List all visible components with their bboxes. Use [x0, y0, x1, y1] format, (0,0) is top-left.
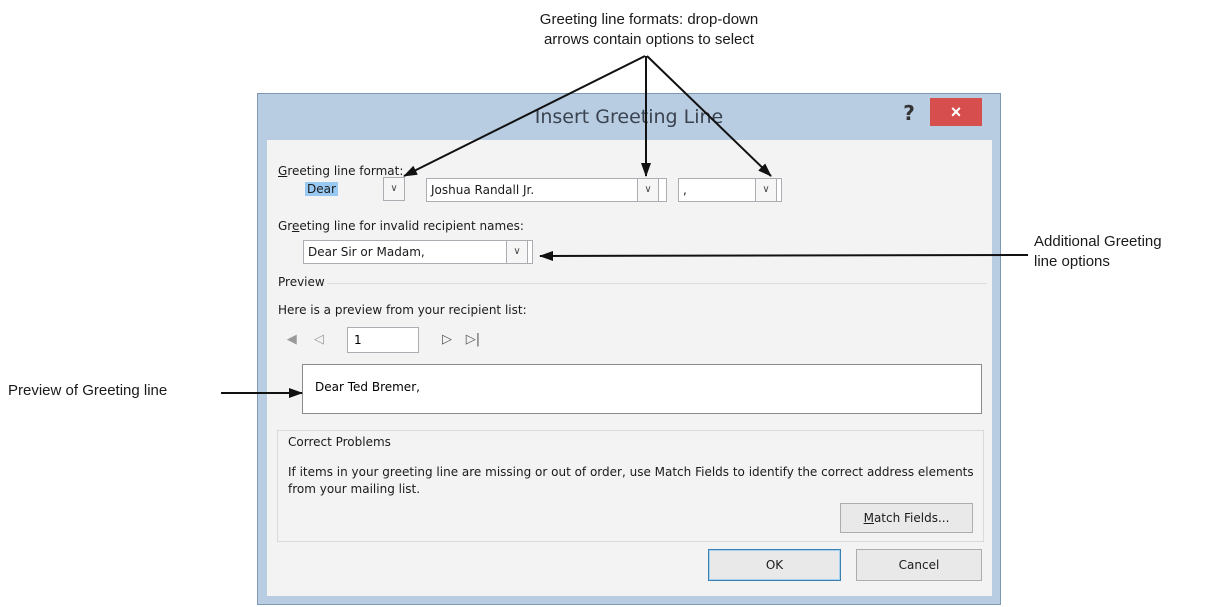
punctuation-value: , [683, 183, 687, 197]
greeting-preview-box: Dear Ted Bremer, [302, 364, 982, 414]
chevron-down-icon: ∨ [644, 184, 652, 195]
chevron-down-icon: ∨ [513, 246, 521, 257]
right-callout: Additional Greeting line options [1034, 232, 1162, 272]
chevron-down-icon: ∨ [390, 183, 398, 194]
name-format-combo[interactable]: Joshua Randall Jr. ∨ [426, 178, 667, 202]
invalid-greeting-combo[interactable]: Dear Sir or Madam, ∨ [303, 240, 533, 264]
insert-greeting-line-dialog: Insert Greeting Line ? × Greeting line f… [258, 94, 1000, 604]
dialog-body: Greeting line format: Dear ∨ Joshua Rand… [267, 140, 992, 596]
punctuation-combo[interactable]: , ∨ [678, 178, 782, 202]
match-fields-button[interactable]: Match Fields... [840, 503, 973, 533]
invalid-greeting-dropdown-button[interactable]: ∨ [506, 240, 528, 264]
preview-heading: Preview [278, 275, 325, 289]
invalid-recipient-label: Greeting line for invalid recipient name… [278, 219, 524, 233]
right-callout-line1: Additional Greeting [1034, 233, 1162, 250]
punctuation-dropdown-button[interactable]: ∨ [755, 178, 777, 202]
left-callout: Preview of Greeting line [8, 382, 168, 399]
right-callout-line2: line options [1034, 253, 1110, 270]
dialog-title: Insert Greeting Line [534, 106, 724, 128]
record-number-input[interactable]: 1 [347, 327, 419, 353]
salutation-dropdown-button[interactable]: ∨ [383, 177, 405, 201]
salutation-combo[interactable]: Dear ∨ [303, 177, 405, 202]
greeting-preview-text: Dear Ted Bremer, [315, 380, 420, 394]
help-button[interactable]: ? [894, 100, 924, 126]
previous-record-icon[interactable]: ◁ [309, 332, 329, 347]
correct-problems-group: Correct Problems If items in your greeti… [277, 430, 984, 542]
top-callout-line1: Greeting line formats: drop-down [539, 11, 759, 28]
title-bar: Insert Greeting Line ? × [258, 94, 1000, 140]
correct-problems-title: Correct Problems [288, 435, 391, 449]
invalid-greeting-value: Dear Sir or Madam, [308, 245, 425, 259]
ok-button[interactable]: OK [708, 549, 841, 581]
chevron-down-icon: ∨ [762, 184, 770, 195]
top-callout: Greeting line formats: drop-down arrows … [430, 10, 868, 50]
first-record-icon[interactable]: ◀ [283, 332, 303, 347]
last-record-icon[interactable]: ▷| [463, 332, 483, 347]
salutation-value: Dear [305, 182, 338, 196]
cancel-button[interactable]: Cancel [856, 549, 982, 581]
name-format-dropdown-button[interactable]: ∨ [637, 178, 659, 202]
name-format-value: Joshua Randall Jr. [431, 183, 535, 197]
preview-label: Here is a preview from your recipient li… [278, 303, 527, 317]
top-callout-line2: arrows contain options to select [543, 31, 755, 48]
correct-problems-text: If items in your greeting line are missi… [288, 465, 974, 496]
preview-divider [327, 283, 987, 284]
greeting-format-label: Greeting line format: [278, 164, 404, 178]
next-record-icon[interactable]: ▷ [437, 332, 457, 347]
close-button[interactable]: × [930, 98, 982, 126]
